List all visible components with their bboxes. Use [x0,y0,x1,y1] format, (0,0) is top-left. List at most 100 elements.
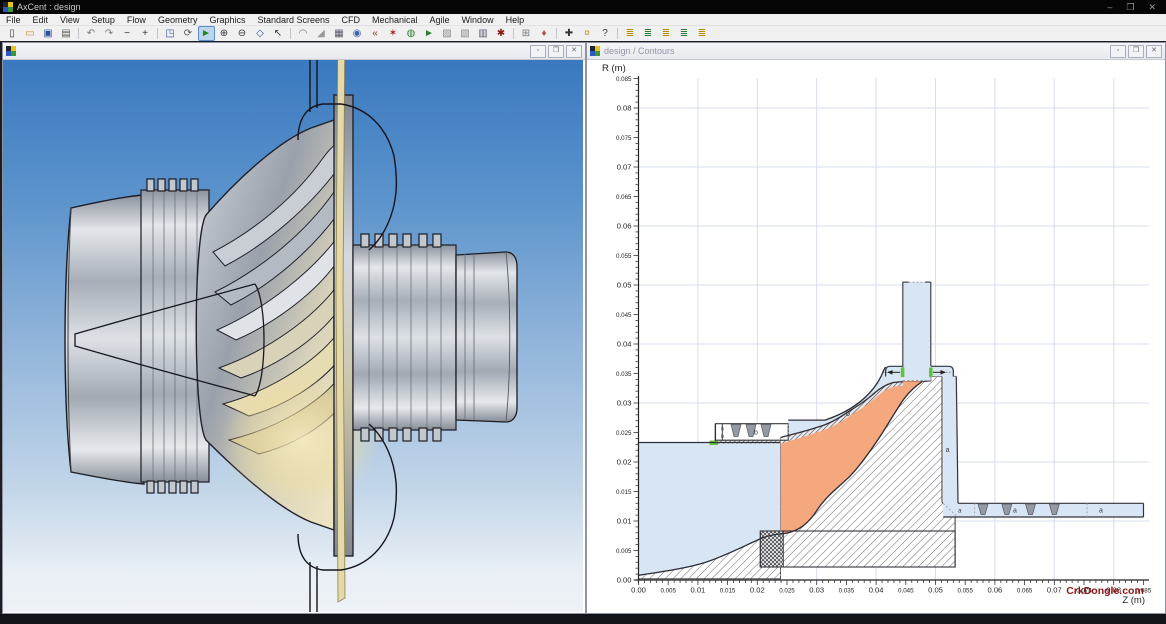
panel-3d-header[interactable]: ▫ ❒ ✕ [3,43,585,60]
region-label-a: a [1013,508,1017,515]
toolbar-pick-button[interactable]: ↖ [270,26,287,41]
status-bar [0,614,1166,624]
menu-file[interactable]: File [0,15,27,25]
close-button[interactable]: ✕ [1148,2,1156,13]
menu-edit[interactable]: Edit [27,15,55,25]
svg-text:0.01: 0.01 [691,586,706,595]
region-label-b: b [754,430,758,437]
svg-text:0.06: 0.06 [617,222,632,231]
svg-text:0.055: 0.055 [957,588,973,595]
toolbar-annotate-button[interactable]: ✚ [561,26,578,41]
svg-text:0.04: 0.04 [869,586,884,595]
menu-flow[interactable]: Flow [121,15,152,25]
toolbar-open-button[interactable]: ▭ [22,26,39,41]
svg-text:0.065: 0.065 [1017,588,1033,595]
exit-seal-strip [943,503,1143,517]
panel-3d-icon [6,46,16,56]
menu-standard-screens[interactable]: Standard Screens [251,15,335,25]
window-title: AxCent : design [17,2,1107,12]
toolbar-globe-view-button[interactable]: ◍ [403,26,420,41]
contour-plot[interactable]: 0.000.0050.010.0150.020.0250.030.0350.04… [587,60,1163,612]
svg-text:0.085: 0.085 [616,76,632,83]
toolbar-screen-list-1-button[interactable]: ≣ [622,26,639,41]
menu-view[interactable]: View [54,15,85,25]
mdi-workspace: ▫ ❒ ✕ [0,41,1166,614]
menu-mechanical[interactable]: Mechanical [366,15,424,25]
toolbar-screen-list-4-button[interactable]: ≣ [676,26,693,41]
toolbar-screen-list-2-button[interactable]: ≣ [640,26,657,41]
panel-3d-restore-button[interactable]: ❒ [548,45,564,58]
toolbar-save-button[interactable]: ▣ [40,26,57,41]
toolbar-separator [513,28,514,39]
toolbar-zoom-plus-button[interactable]: + [137,26,154,41]
menu-graphics[interactable]: Graphics [203,15,251,25]
minimize-button[interactable]: – [1107,2,1112,13]
toolbar-clip-tool-button[interactable]: ⊞ [518,26,535,41]
menu-agile[interactable]: Agile [424,15,456,25]
svg-text:0.035: 0.035 [616,371,632,378]
panel-3d-close-button[interactable]: ✕ [566,45,582,58]
menu-window[interactable]: Window [456,15,500,25]
toolbar-render-view-button[interactable]: ◉ [349,26,366,41]
title-bar: AxCent : design – ❒ ✕ [0,0,1166,14]
svg-text:0.005: 0.005 [660,588,676,595]
toolbar-screen-list-5-button[interactable]: ≣ [694,26,711,41]
toolbar-orbit-button[interactable]: ⟳ [180,26,197,41]
toolbar-zoom-in-button[interactable]: ⊕ [216,26,233,41]
svg-text:0.025: 0.025 [779,588,795,595]
menu-cfd[interactable]: CFD [336,15,367,25]
toolbar-grid-view-button[interactable]: ▦ [331,26,348,41]
toolbar-gem-tool-button[interactable]: ♦ [536,26,553,41]
toolbar-mesh-view-button[interactable]: ▧ [457,26,474,41]
toolbar-zoom-fit-button[interactable]: ◇ [252,26,269,41]
toolbar-sketch-tool-button[interactable]: ◢ [313,26,330,41]
toolbar-undo-button[interactable]: ↶ [83,26,100,41]
svg-text:0.03: 0.03 [809,586,824,595]
restore-button[interactable]: ❒ [1126,2,1134,13]
menu-bar: FileEditViewSetupFlowGeometryGraphicsSta… [0,14,1166,26]
app-icon [3,2,13,12]
toolbar-separator [290,28,291,39]
toolbar-angles-button[interactable]: « [367,26,384,41]
toolbar-help-button[interactable]: ? [597,26,614,41]
panel-contours-restore-button[interactable]: ❒ [1128,45,1144,58]
menu-setup[interactable]: Setup [85,15,121,25]
svg-text:0.00: 0.00 [631,586,646,595]
toolbar-new-button[interactable]: ▯ [4,26,21,41]
toolbar-curve-tool-button[interactable]: ◠ [295,26,312,41]
outlet-channel [903,282,931,381]
toolbar-highlight-button[interactable]: ¤ [579,26,596,41]
toolbar-screen-list-3-button[interactable]: ≣ [658,26,675,41]
panel-contours-minimize-button[interactable]: ▫ [1110,45,1126,58]
svg-text:0.025: 0.025 [616,430,632,437]
y-axis-title: R (m) [602,63,626,74]
toolbar-surface-view-button[interactable]: ▨ [439,26,456,41]
svg-text:0.035: 0.035 [839,588,855,595]
toolbar-zoom-out-button[interactable]: ⊖ [234,26,251,41]
svg-text:0.07: 0.07 [617,163,632,172]
toolbar-export-run-button[interactable]: ► [421,26,438,41]
toolbar-table-view-button[interactable]: ▥ [475,26,492,41]
menu-help[interactable]: Help [500,15,531,25]
svg-text:0.02: 0.02 [617,458,632,467]
toolbar-pan-button[interactable]: ► [198,26,215,41]
svg-text:0.02: 0.02 [750,586,765,595]
panel-3d-minimize-button[interactable]: ▫ [530,45,546,58]
shaft-seal-ring-right [353,234,456,441]
svg-text:0.045: 0.045 [616,312,632,319]
panel-contours-close-button[interactable]: ✕ [1146,45,1162,58]
toolbar-burst-tool-button[interactable]: ✱ [493,26,510,41]
toolbar-redo-button[interactable]: ↷ [101,26,118,41]
toolbar-zoom-minus-button[interactable]: − [119,26,136,41]
panel-contours-title: design / Contours [604,46,1110,56]
collar-left [886,366,903,376]
impeller-3d-viewport[interactable] [3,60,583,612]
svg-text:0.005: 0.005 [616,548,632,555]
panel-contours-header[interactable]: design / Contours ▫ ❒ ✕ [587,43,1165,60]
inlet-pipe [65,195,144,484]
svg-text:0.00: 0.00 [617,576,632,585]
toolbar-select-region-button[interactable]: ◳ [162,26,179,41]
toolbar-mechanical-tool-button[interactable]: ✶ [385,26,402,41]
toolbar-print-button[interactable]: ▤ [58,26,75,41]
menu-geometry[interactable]: Geometry [152,15,204,25]
